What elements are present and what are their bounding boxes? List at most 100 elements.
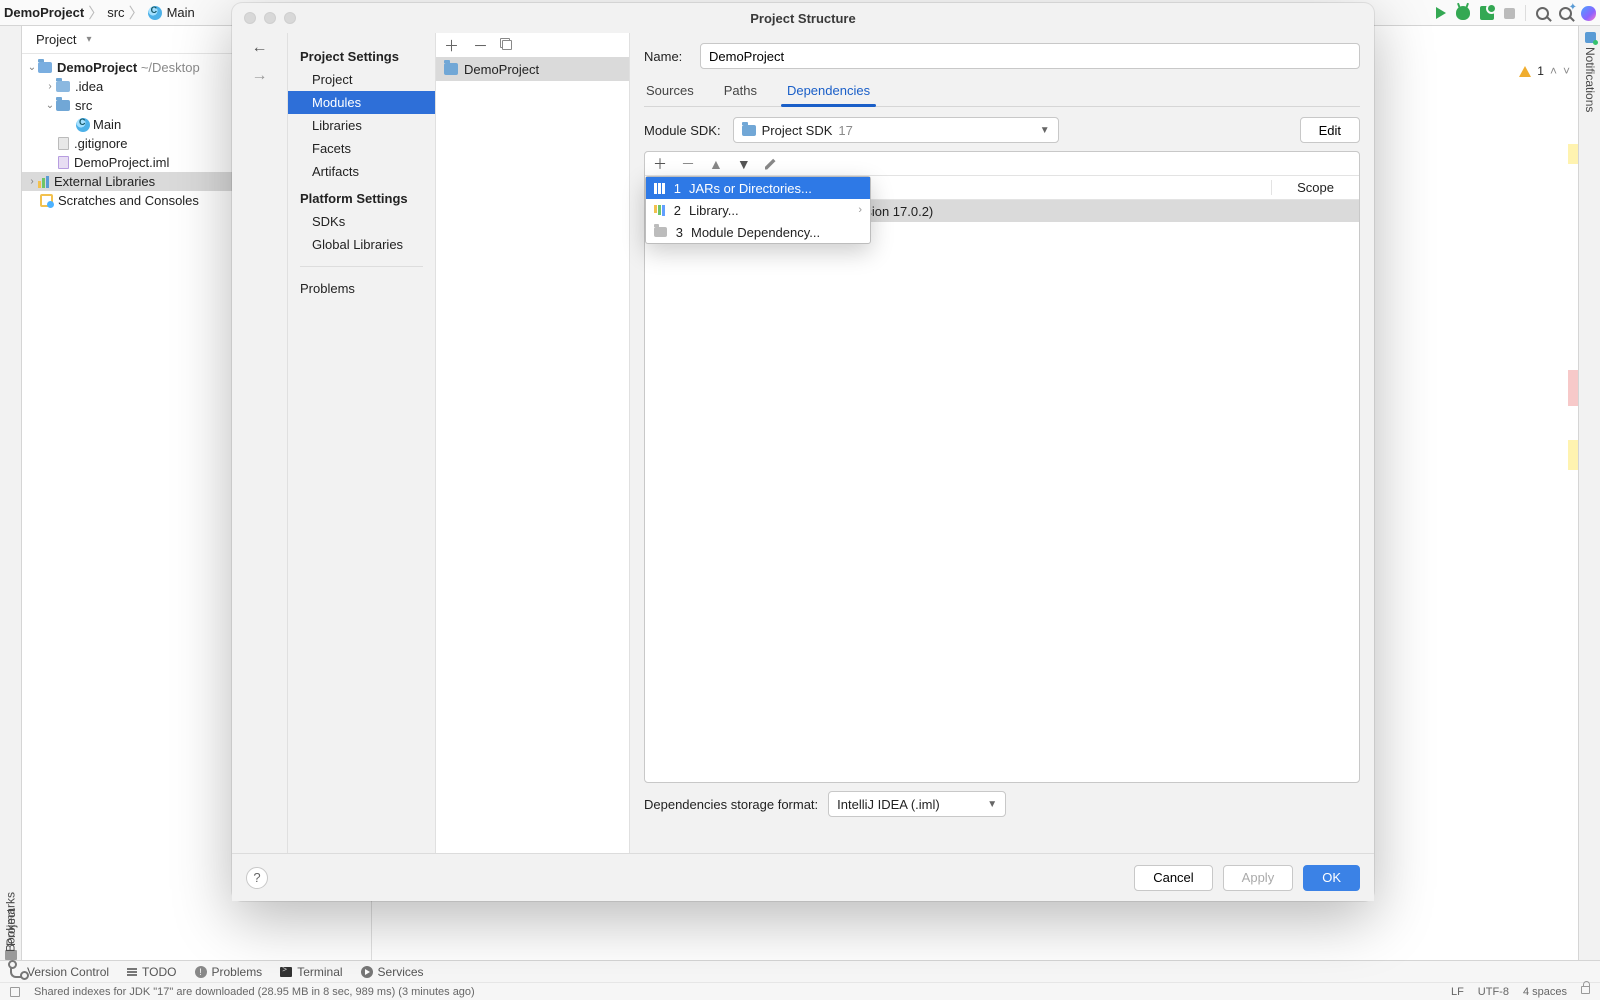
chevron-up-icon[interactable]: ˄ xyxy=(1550,64,1557,78)
cancel-button[interactable]: Cancel xyxy=(1134,865,1212,891)
category-global-libraries[interactable]: Global Libraries xyxy=(288,233,435,256)
readonly-lock-icon[interactable] xyxy=(1581,986,1590,994)
breadcrumb-file[interactable]: Main xyxy=(167,5,195,20)
module-sdk-combo[interactable]: Project SDK 17 ▼ xyxy=(733,117,1059,143)
settings-icon[interactable] xyxy=(1559,7,1571,19)
tab-services[interactable]: Services xyxy=(361,965,424,979)
popup-label: Module Dependency... xyxy=(691,225,820,240)
breadcrumb-src[interactable]: src xyxy=(107,5,124,20)
chevron-down-icon[interactable]: ▾ xyxy=(86,34,91,45)
marker-warning[interactable] xyxy=(1568,144,1578,164)
tab-version-control[interactable]: Version Control xyxy=(10,965,109,979)
module-name-input[interactable] xyxy=(700,43,1360,69)
dialog-footer: ? Cancel Apply OK xyxy=(232,853,1374,901)
caret-down-icon[interactable]: ⌄ xyxy=(44,100,56,111)
folder-icon xyxy=(56,81,70,92)
category-libraries[interactable]: Libraries xyxy=(288,114,435,137)
debug-icon[interactable] xyxy=(1456,6,1470,20)
category-sdks[interactable]: SDKs xyxy=(288,210,435,233)
status-bar: Shared indexes for JDK "17" are download… xyxy=(0,982,1600,1000)
shortcut-2: 2 xyxy=(673,203,681,218)
module-item[interactable]: DemoProject xyxy=(436,57,629,81)
structure-tool-tab[interactable]: Structure xyxy=(0,26,1,966)
class-icon xyxy=(76,118,90,132)
caret-down-icon[interactable]: ⌄ xyxy=(26,62,38,73)
stop-icon[interactable] xyxy=(1504,8,1515,19)
right-tool-gutter: Notifications xyxy=(1578,26,1600,966)
caret-right-icon[interactable]: › xyxy=(26,176,38,187)
ok-button[interactable]: OK xyxy=(1303,865,1360,891)
category-modules[interactable]: Modules xyxy=(288,91,435,114)
breadcrumb[interactable]: DemoProject 〉 src 〉 Main xyxy=(4,2,195,23)
edit-icon[interactable] xyxy=(765,158,777,170)
ai-assistant-icon[interactable] xyxy=(1581,6,1596,21)
tab-problems[interactable]: !Problems xyxy=(195,965,263,979)
run-coverage-icon[interactable] xyxy=(1480,6,1494,20)
tab-todo[interactable]: TODO xyxy=(127,965,176,979)
module-sdk-row: Module SDK: Project SDK 17 ▼ Edit xyxy=(644,117,1360,143)
inspection-widget[interactable]: 1 ˄ ˅ xyxy=(1519,64,1570,78)
move-down-icon[interactable]: ▼ xyxy=(737,156,751,172)
popup-library[interactable]: 2 Library... › xyxy=(646,199,870,221)
search-icon[interactable] xyxy=(1536,7,1549,20)
dialog-titlebar[interactable]: Project Structure xyxy=(232,3,1374,33)
module-list: ＋ － DemoProject xyxy=(436,33,630,853)
add-dependency-popup: 1 JARs or Directories... 2 Library... › … xyxy=(645,176,871,244)
tree-label: Main xyxy=(93,117,121,132)
module-tabs: Sources Paths Dependencies xyxy=(644,79,1360,107)
libraries-icon xyxy=(38,176,49,188)
marker-warning[interactable] xyxy=(1568,440,1578,470)
caret-right-icon[interactable]: › xyxy=(44,81,56,92)
category-facets[interactable]: Facets xyxy=(288,137,435,160)
add-icon[interactable]: ＋ xyxy=(444,35,459,56)
bookmarks-tool-tab[interactable]: Bookmarks xyxy=(0,886,21,958)
shortcut-1: 1 xyxy=(673,181,681,196)
project-tool-tab[interactable]: Project xyxy=(1,26,21,966)
popup-module-dep[interactable]: 3 Module Dependency... xyxy=(646,221,870,243)
tab-paths[interactable]: Paths xyxy=(722,79,759,106)
module-icon xyxy=(654,227,667,237)
storage-format-combo[interactable]: IntelliJ IDEA (.iml) ▼ xyxy=(828,791,1006,817)
back-icon[interactable]: ← xyxy=(252,39,268,57)
category-header-project: Project Settings xyxy=(288,41,435,68)
iml-file-icon xyxy=(58,156,69,169)
popup-jars[interactable]: 1 JARs or Directories... xyxy=(646,177,870,199)
chevron-down-icon: ▼ xyxy=(1040,125,1050,136)
breadcrumb-project[interactable]: DemoProject xyxy=(4,5,84,20)
name-field-row: Name: xyxy=(644,43,1360,69)
tab-dependencies[interactable]: Dependencies xyxy=(785,79,872,106)
status-indent[interactable]: 4 spaces xyxy=(1523,986,1567,998)
tab-terminal[interactable]: Terminal xyxy=(280,965,342,979)
module-sdk-label: Module SDK: xyxy=(644,123,721,138)
window-traffic-lights[interactable] xyxy=(244,12,296,24)
sdk-value-prefix: Project SDK xyxy=(762,123,833,138)
run-icon[interactable] xyxy=(1436,7,1446,19)
help-button[interactable]: ? xyxy=(246,867,268,889)
notifications-icon xyxy=(1585,32,1596,43)
jars-icon xyxy=(654,183,665,194)
forward-icon[interactable]: → xyxy=(252,67,268,85)
category-artifacts[interactable]: Artifacts xyxy=(288,160,435,183)
add-dependency-icon[interactable]: ＋ xyxy=(653,154,667,174)
tree-label: DemoProject.iml xyxy=(74,155,169,170)
project-view-title: Project xyxy=(36,32,76,47)
remove-dependency-icon[interactable]: － xyxy=(681,154,695,174)
apply-button[interactable]: Apply xyxy=(1223,865,1294,891)
edit-sdk-button[interactable]: Edit xyxy=(1300,117,1360,143)
move-up-icon[interactable]: ▲ xyxy=(709,156,723,172)
status-tool-icon[interactable] xyxy=(10,987,20,997)
module-detail: Name: Sources Paths Dependencies Module … xyxy=(630,33,1374,853)
chevron-down-icon[interactable]: ˅ xyxy=(1563,64,1570,78)
category-project[interactable]: Project xyxy=(288,68,435,91)
status-line-sep[interactable]: LF xyxy=(1451,986,1464,998)
status-encoding[interactable]: UTF-8 xyxy=(1478,986,1509,998)
marker-error[interactable] xyxy=(1568,370,1578,406)
notifications-tool-tab[interactable]: Notifications xyxy=(1580,26,1600,966)
category-problems[interactable]: Problems xyxy=(288,277,435,300)
nav-history: ← → xyxy=(232,33,288,853)
library-icon xyxy=(654,205,665,216)
file-icon xyxy=(58,137,69,150)
tab-sources[interactable]: Sources xyxy=(644,79,696,106)
copy-icon[interactable] xyxy=(502,40,512,50)
remove-icon[interactable]: － xyxy=(473,35,488,56)
